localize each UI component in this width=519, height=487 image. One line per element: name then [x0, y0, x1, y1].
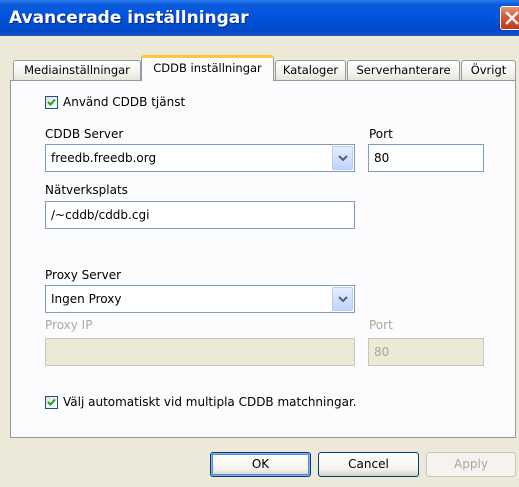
proxy-server-dropdown[interactable]: Ingen Proxy [45, 285, 355, 313]
proxy-port-label: Port [369, 318, 393, 332]
tab-server-manager[interactable]: Serverhanterare [347, 60, 460, 80]
tab-label: Övrigt [470, 63, 507, 77]
proxy-server-value: Ingen Proxy [51, 292, 122, 306]
title-bar[interactable]: Avancerade inställningar [0, 0, 519, 36]
checkmark-icon [47, 98, 56, 106]
apply-button[interactable]: Apply [426, 452, 516, 477]
use-cddb-label: Använd CDDB tjänst [63, 95, 186, 109]
chevron-down-icon [338, 296, 348, 303]
tab-label: Kataloger [282, 63, 339, 77]
auto-select-label: Välj automatiskt vid multipla CDDB match… [63, 395, 357, 409]
use-cddb-checkbox[interactable] [45, 96, 58, 109]
close-button[interactable] [500, 6, 519, 30]
cancel-button[interactable]: Cancel [318, 452, 419, 477]
network-location-label: Nätverksplats [45, 183, 128, 197]
dropdown-button[interactable] [332, 287, 353, 311]
cddb-port-input[interactable]: 80 [368, 144, 484, 172]
cddb-server-dropdown[interactable]: freedb.freedb.org [45, 144, 355, 172]
auto-select-checkbox[interactable] [45, 396, 58, 409]
chevron-down-icon [338, 155, 348, 162]
close-icon [505, 11, 519, 25]
dropdown-button[interactable] [332, 146, 353, 170]
proxy-ip-input[interactable] [45, 338, 355, 366]
tab-media-settings[interactable]: Mediainställningar [13, 60, 141, 80]
tab-cddb-settings[interactable]: CDDB inställningar [141, 55, 274, 81]
network-location-value: /~cddb/cddb.cgi [51, 208, 150, 222]
proxy-port-value: 80 [374, 345, 390, 359]
tab-label: Mediainställningar [24, 63, 130, 77]
checkmark-icon [47, 398, 56, 406]
ok-button[interactable]: OK [210, 452, 311, 477]
window-title: Avancerade inställningar [9, 8, 249, 28]
proxy-server-label: Proxy Server [45, 268, 122, 282]
proxy-ip-label: Proxy IP [45, 318, 93, 332]
proxy-port-input[interactable]: 80 [368, 338, 484, 366]
cddb-server-label: CDDB Server [45, 127, 124, 141]
cddb-port-label: Port [369, 127, 393, 141]
network-location-input[interactable]: /~cddb/cddb.cgi [45, 201, 355, 229]
tab-catalogs[interactable]: Kataloger [275, 60, 346, 80]
tab-other[interactable]: Övrigt [461, 60, 516, 80]
cddb-server-value: freedb.freedb.org [51, 151, 157, 165]
tab-label: CDDB inställningar [153, 61, 262, 75]
tab-label: Serverhanterare [356, 63, 451, 77]
cddb-port-value: 80 [374, 151, 390, 165]
